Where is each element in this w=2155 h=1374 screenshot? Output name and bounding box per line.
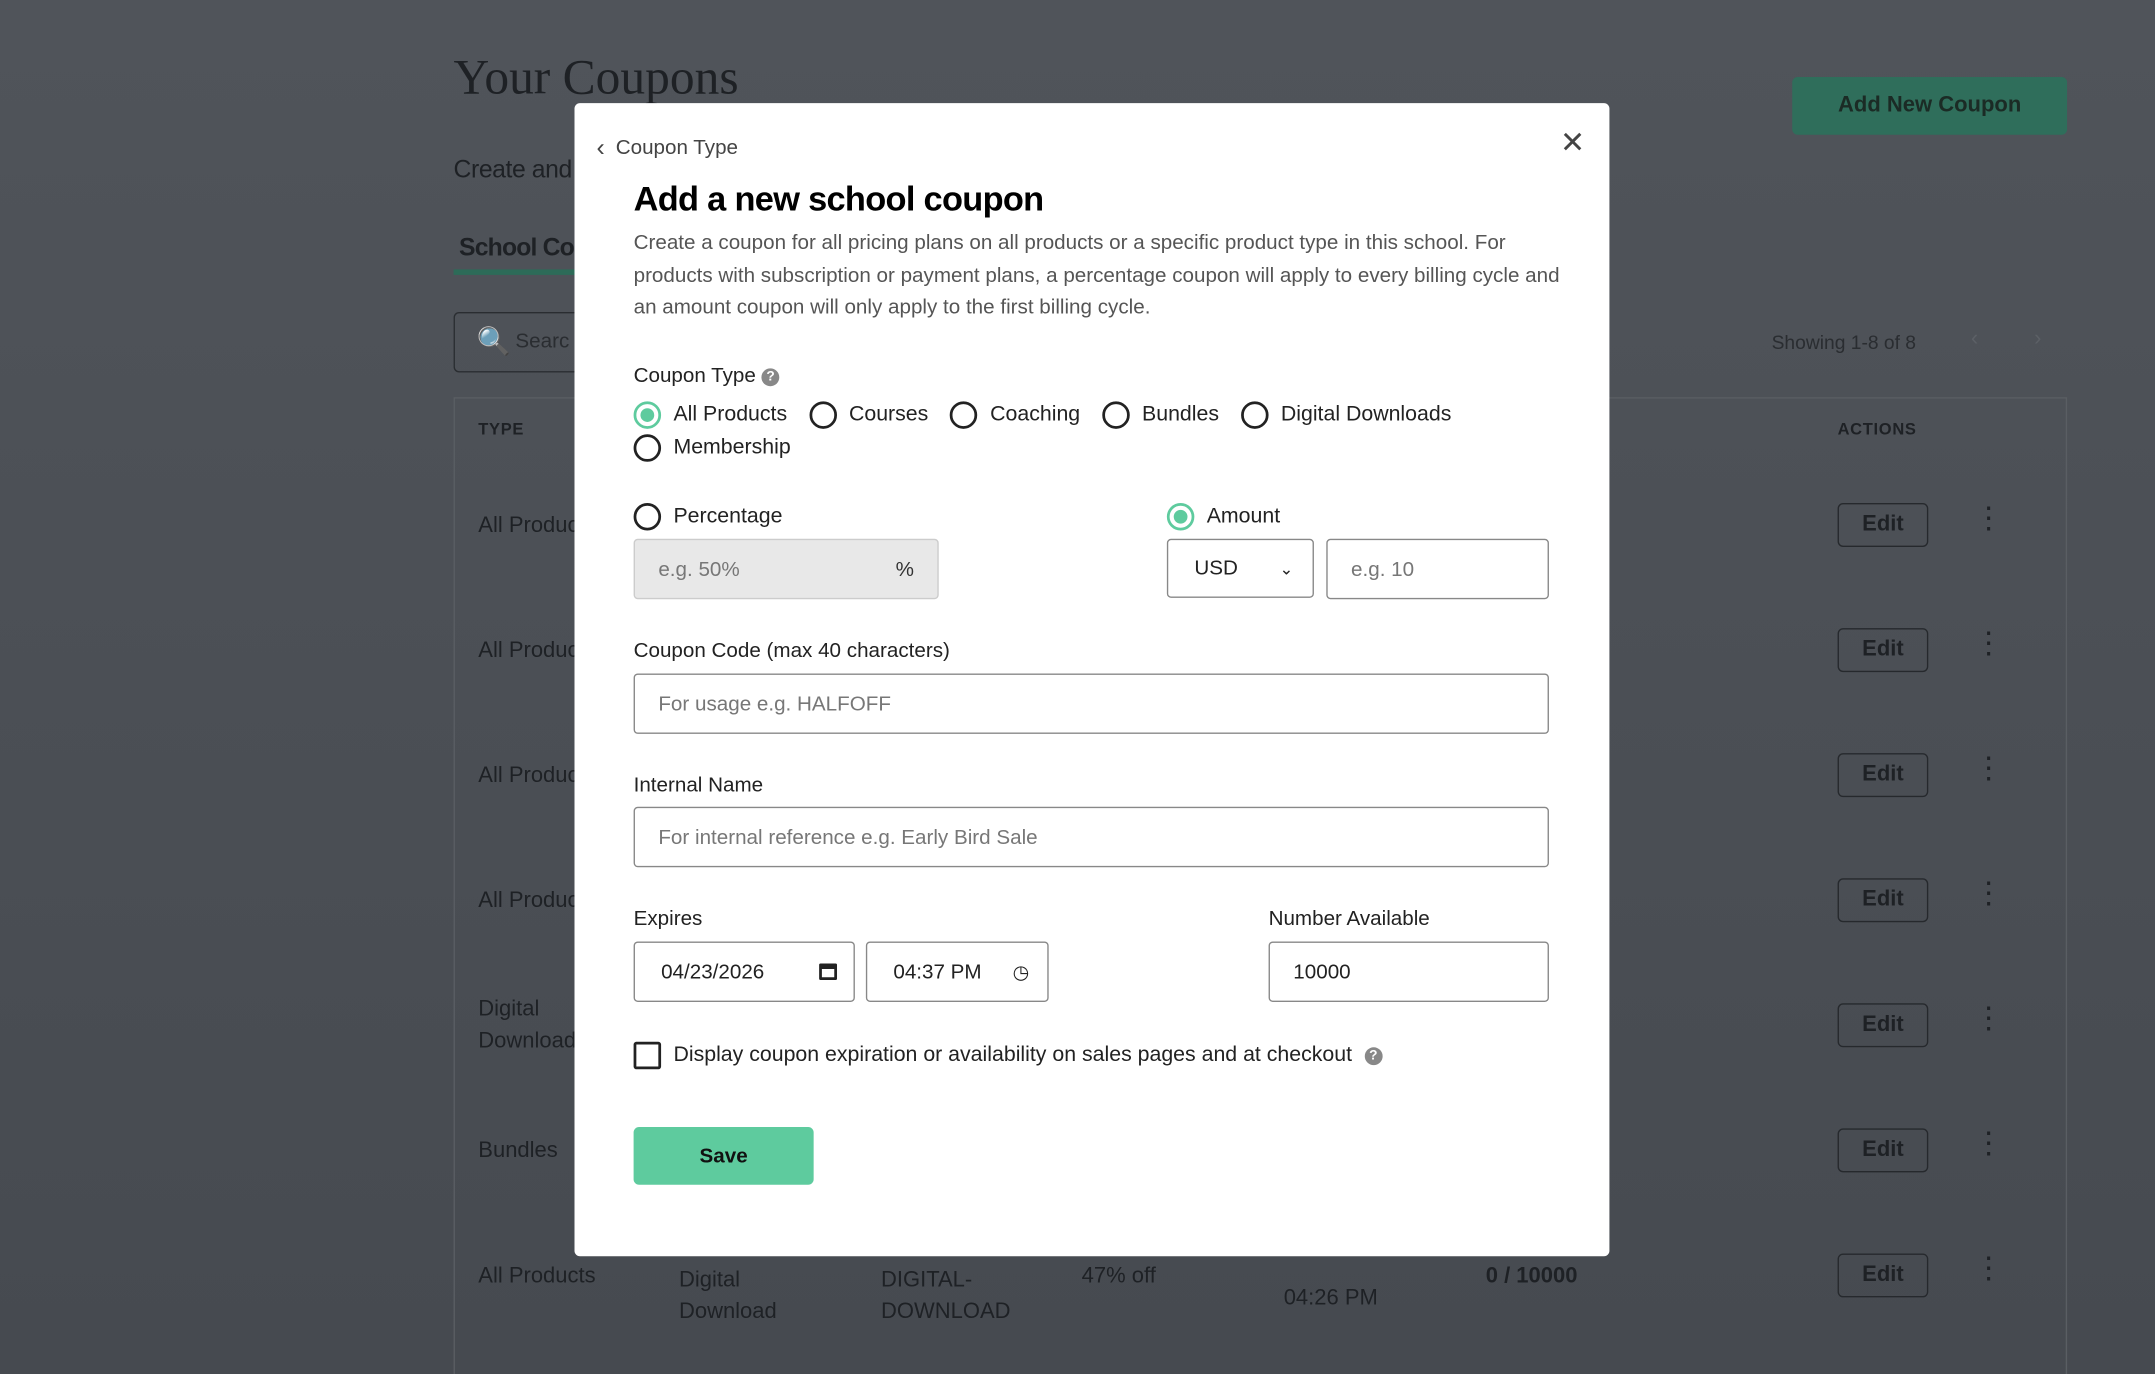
tab-indicator bbox=[453, 269, 575, 275]
next-page-button[interactable]: › bbox=[2034, 327, 2041, 352]
row-available: 0 / 10000 bbox=[1485, 1264, 1578, 1288]
radio-bundles[interactable]: Bundles bbox=[1102, 401, 1219, 429]
percentage-input[interactable]: e.g. 50% % bbox=[633, 538, 939, 600]
tab-school-coupons[interactable]: School Co bbox=[459, 234, 575, 263]
display-availability-checkbox[interactable]: Display coupon expiration or availabilit… bbox=[633, 1041, 1383, 1070]
help-icon[interactable]: ? bbox=[1364, 1046, 1383, 1065]
page-subtitle: Create and bbox=[453, 155, 573, 183]
row-type: All Produc bbox=[478, 514, 579, 538]
coupon-code-placeholder: For usage e.g. HALFOFF bbox=[658, 692, 891, 716]
row-code: DIGITAL-DOWNLOAD bbox=[880, 1268, 1011, 1324]
pagination-status: Showing 1-8 of 8 bbox=[1771, 331, 1917, 354]
modal-description: Create a coupon for all pricing plans on… bbox=[633, 230, 1560, 319]
currency-select[interactable]: USD ⌄ bbox=[1166, 538, 1314, 598]
expires-time-input[interactable]: 04:37 PM ◷ bbox=[865, 941, 1049, 1002]
clock-icon[interactable]: ◷ bbox=[1013, 960, 1030, 983]
add-new-coupon-button[interactable]: Add New Coupon bbox=[1792, 76, 2068, 135]
radio-all-products[interactable]: All Products bbox=[633, 401, 787, 429]
internal-name-placeholder: For internal reference e.g. Early Bird S… bbox=[658, 825, 1038, 849]
percent-sign: % bbox=[895, 557, 914, 581]
row-type: All Produc bbox=[478, 764, 579, 788]
internal-name-input[interactable]: For internal reference e.g. Early Bird S… bbox=[633, 806, 1549, 868]
column-header-actions: ACTIONS bbox=[1837, 419, 1917, 439]
edit-button[interactable]: Edit bbox=[1837, 1128, 1929, 1173]
internal-name-label: Internal Name bbox=[633, 773, 764, 798]
row-type: Digital Download bbox=[478, 997, 577, 1053]
more-options-icon[interactable]: ⋮ bbox=[1974, 502, 2004, 532]
calendar-icon[interactable] bbox=[819, 963, 838, 980]
currency-value: USD bbox=[1194, 556, 1238, 580]
edit-button[interactable]: Edit bbox=[1837, 1003, 1929, 1048]
coupon-type-radio-group: All Products Courses Coaching Bundles Di… bbox=[633, 401, 1541, 462]
row-product: Digital Download bbox=[678, 1268, 777, 1324]
coupon-code-input[interactable]: For usage e.g. HALFOFF bbox=[633, 673, 1549, 734]
checkbox-box[interactable] bbox=[633, 1041, 662, 1070]
row-type: All Products bbox=[478, 1264, 596, 1288]
radio-digital-downloads[interactable]: Digital Downloads bbox=[1240, 401, 1451, 429]
percentage-placeholder: e.g. 50% bbox=[658, 557, 740, 581]
amount-placeholder: e.g. 10 bbox=[1351, 557, 1415, 581]
search-icon: 🔍 bbox=[476, 327, 512, 358]
help-icon[interactable]: ? bbox=[761, 368, 780, 387]
row-discount: 47% off bbox=[1081, 1264, 1156, 1288]
more-options-icon[interactable]: ⋮ bbox=[1974, 1253, 2004, 1283]
radio-membership[interactable]: Membership bbox=[633, 434, 1541, 462]
edit-button[interactable]: Edit bbox=[1837, 753, 1929, 798]
checkbox-label: Display coupon expiration or availabilit… bbox=[673, 1043, 1353, 1067]
expires-date-input[interactable]: 04/23/2026 bbox=[633, 941, 855, 1002]
chevron-left-icon: ‹ bbox=[596, 133, 605, 161]
edit-button[interactable]: Edit bbox=[1837, 628, 1929, 673]
search-placeholder: Searc bbox=[515, 329, 570, 354]
page-title: Your Coupons bbox=[453, 49, 739, 105]
number-available-input[interactable]: 10000 bbox=[1268, 941, 1549, 1002]
radio-amount[interactable]: Amount bbox=[1166, 503, 1280, 531]
back-label: Coupon Type bbox=[615, 136, 739, 160]
search-input[interactable]: 🔍 Searc bbox=[453, 311, 575, 373]
date-value: 04/23/2026 bbox=[661, 960, 765, 984]
more-options-icon[interactable]: ⋮ bbox=[1974, 1128, 2004, 1158]
amount-input[interactable]: e.g. 10 bbox=[1326, 538, 1549, 600]
row-type: All Produc bbox=[478, 889, 579, 913]
edit-button[interactable]: Edit bbox=[1837, 1253, 1929, 1298]
row-type: All Produc bbox=[478, 639, 579, 663]
number-available-value: 10000 bbox=[1293, 960, 1351, 984]
more-options-icon[interactable]: ⋮ bbox=[1974, 627, 2004, 657]
row-type: Bundles bbox=[478, 1139, 558, 1163]
save-button[interactable]: Save bbox=[633, 1127, 814, 1185]
radio-coaching[interactable]: Coaching bbox=[950, 401, 1080, 429]
coupon-code-label: Coupon Code (max 40 characters) bbox=[633, 639, 950, 663]
edit-button[interactable]: Edit bbox=[1837, 878, 1929, 923]
edit-button[interactable]: Edit bbox=[1837, 503, 1929, 548]
chevron-down-icon: ⌄ bbox=[1279, 558, 1294, 578]
radio-courses[interactable]: Courses bbox=[809, 401, 928, 429]
more-options-icon[interactable]: ⋮ bbox=[1974, 752, 2004, 782]
back-button[interactable]: ‹ Coupon Type bbox=[596, 133, 738, 162]
close-icon[interactable]: ✕ bbox=[1560, 125, 1585, 161]
row-expires-time: 04:26 PM bbox=[1283, 1286, 1378, 1310]
column-header-type: TYPE bbox=[478, 419, 525, 439]
modal-title: Add a new school coupon bbox=[633, 180, 1045, 219]
more-options-icon[interactable]: ⋮ bbox=[1974, 1003, 2004, 1033]
prev-page-button[interactable]: ‹ bbox=[1971, 327, 1978, 352]
expires-label: Expires bbox=[633, 907, 703, 931]
radio-percentage[interactable]: Percentage bbox=[633, 503, 782, 531]
number-available-label: Number Available bbox=[1268, 907, 1430, 931]
time-value: 04:37 PM bbox=[893, 960, 982, 984]
add-coupon-modal: ‹ Coupon Type ✕ Add a new school coupon … bbox=[574, 103, 1610, 1257]
more-options-icon[interactable]: ⋮ bbox=[1974, 878, 2004, 908]
coupon-type-label: Coupon Type ? bbox=[634, 364, 780, 388]
